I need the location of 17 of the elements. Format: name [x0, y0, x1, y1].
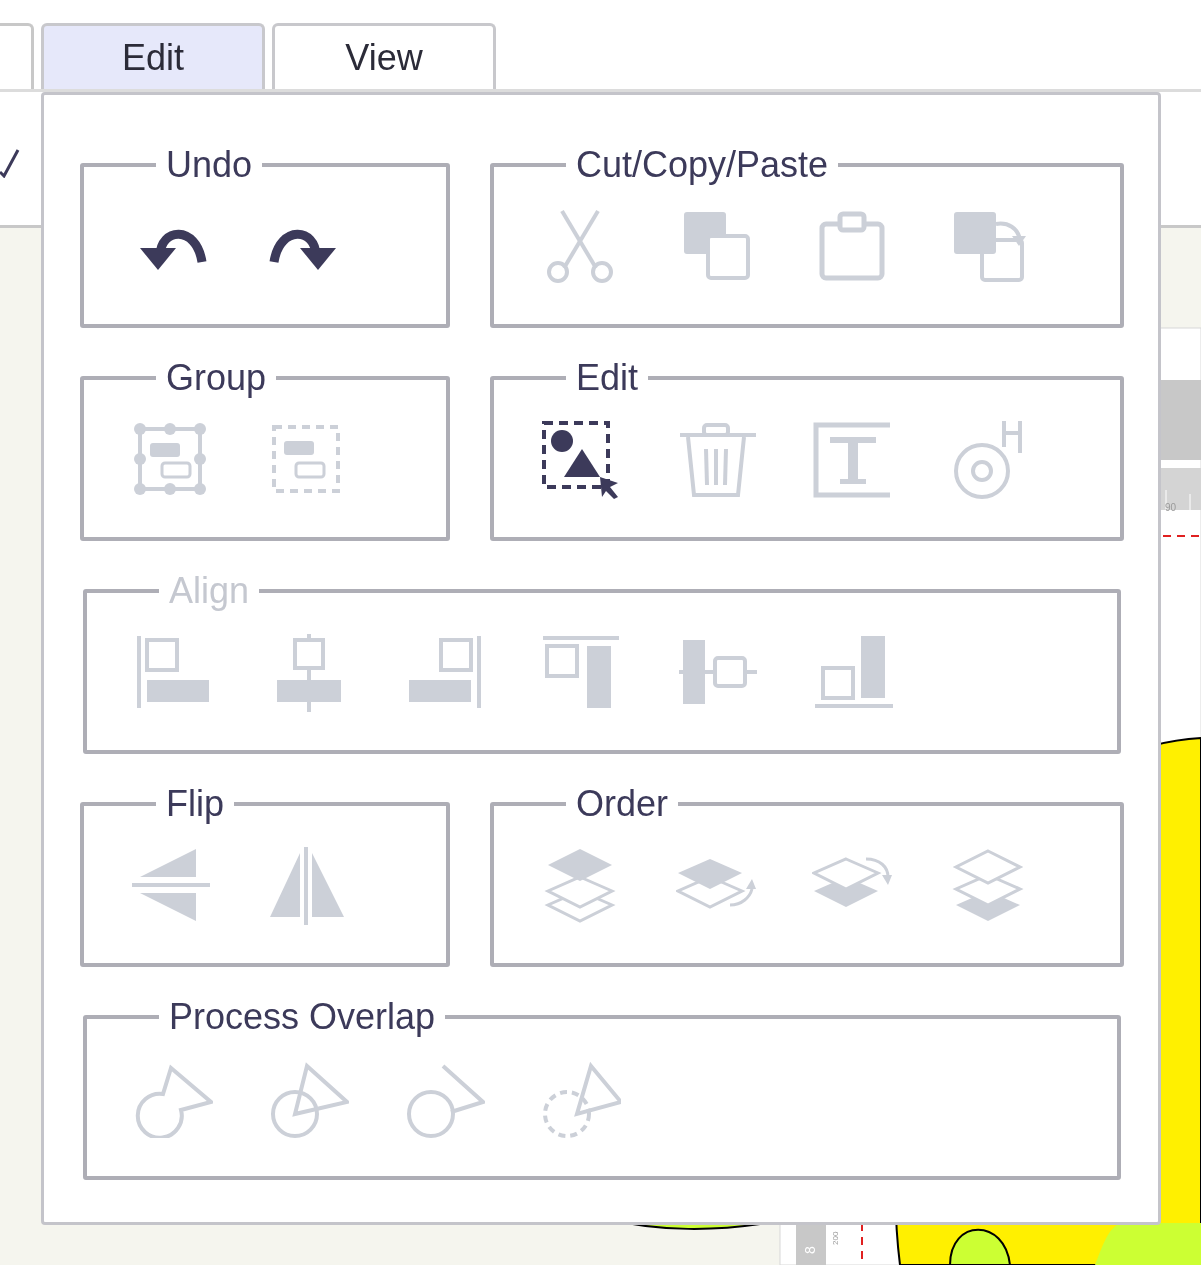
group-title: Align [168, 571, 251, 611]
group-title: Undo [165, 145, 254, 185]
guide-line [1162, 535, 1201, 537]
ruler-label: 200 [831, 1231, 840, 1245]
inner-blob-shape [949, 1228, 1011, 1265]
group-title: Order [575, 784, 670, 824]
group-title: Flip [165, 784, 225, 824]
menu-tab[interactable]: View [272, 23, 496, 89]
group-title: Group [165, 358, 268, 398]
group-title: Edit [575, 358, 640, 398]
select-cursor-icon [540, 418, 620, 499]
group-title: Process Overlap [168, 997, 437, 1037]
menu-tab[interactable]: Edit [41, 23, 265, 89]
tab[interactable] [0, 23, 34, 89]
tool-button[interactable] [540, 418, 620, 499]
ruler-label: 90 [1165, 502, 1177, 513]
group-title: Cut/Copy/Paste [575, 145, 830, 185]
